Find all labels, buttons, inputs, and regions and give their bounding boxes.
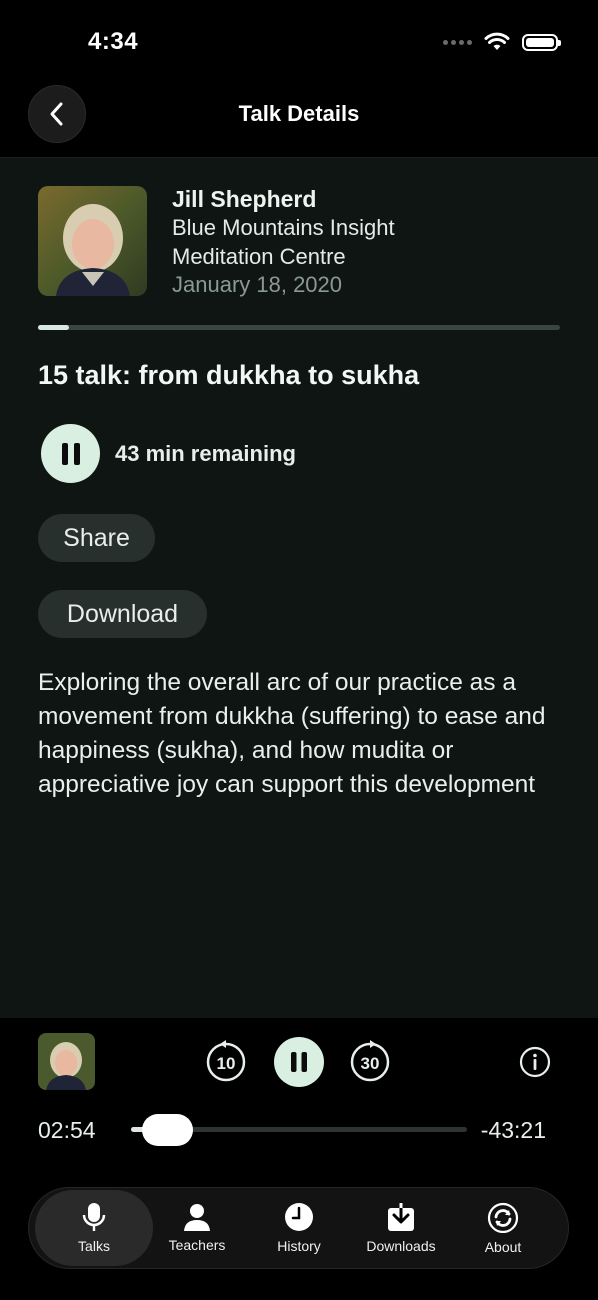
status-icons — [443, 32, 561, 52]
info-icon — [519, 1046, 551, 1078]
skip-forward-seconds: 30 — [361, 1054, 380, 1073]
battery-icon — [522, 33, 561, 51]
skip-back-seconds: 10 — [217, 1054, 236, 1073]
tab-label: Downloads — [366, 1238, 436, 1254]
mini-pause-button[interactable] — [274, 1037, 324, 1087]
pause-icon — [291, 1052, 307, 1072]
talk-progress-bar — [38, 325, 560, 330]
skip-forward-icon: 30 — [350, 1040, 390, 1082]
tab-label: Talks — [78, 1238, 110, 1254]
wifi-icon — [484, 32, 510, 50]
teacher-photo — [38, 186, 147, 296]
skip-forward-button[interactable]: 30 — [347, 1039, 393, 1085]
now-playing-thumbnail[interactable] — [38, 1033, 95, 1090]
status-time: 4:34 — [88, 28, 139, 55]
teacher-name[interactable]: Jill Shepherd — [172, 186, 316, 213]
tab-label: History — [277, 1238, 321, 1254]
tab-talks[interactable]: Talks — [35, 1190, 153, 1266]
remaining-time-label: 43 min remaining — [115, 441, 296, 466]
tab-teachers[interactable]: Teachers — [145, 1190, 249, 1266]
tab-label: About — [484, 1239, 522, 1255]
talk-progress-fill — [38, 325, 70, 330]
pause-icon — [61, 442, 80, 465]
tab-label: Teachers — [168, 1237, 226, 1253]
skip-back-icon: 10 — [206, 1040, 246, 1082]
clock-icon — [285, 1203, 313, 1231]
talk-title: 15 talk: from dukkha to sukha — [38, 360, 420, 390]
cellular-signal-icon — [443, 39, 472, 45]
download-button[interactable]: Download — [38, 590, 207, 638]
pause-button[interactable] — [41, 424, 100, 483]
tab-history[interactable]: History — [247, 1190, 351, 1266]
talk-description: Exploring the overall arc of our practic… — [38, 669, 546, 798]
refresh-icon — [487, 1202, 519, 1233]
share-button[interactable]: Share — [38, 514, 155, 562]
skip-back-button[interactable]: 10 — [203, 1039, 249, 1085]
download-icon — [388, 1202, 414, 1231]
elapsed-time: 02:54 — [38, 1117, 96, 1143]
scrubber-thumb[interactable] — [141, 1114, 193, 1146]
info-button[interactable] — [518, 1045, 552, 1079]
remaining-time: -43:21 — [480, 1117, 546, 1143]
tab-downloads[interactable]: Downloads — [349, 1190, 453, 1266]
tab-about[interactable]: About — [451, 1190, 555, 1266]
talk-date: January 18, 2020 — [172, 272, 343, 297]
person-icon — [184, 1204, 210, 1231]
mic-icon — [82, 1203, 106, 1231]
teacher-center: Blue Mountains Insight Meditation Centre — [172, 215, 395, 269]
page-title: Talk Details — [238, 101, 360, 126]
